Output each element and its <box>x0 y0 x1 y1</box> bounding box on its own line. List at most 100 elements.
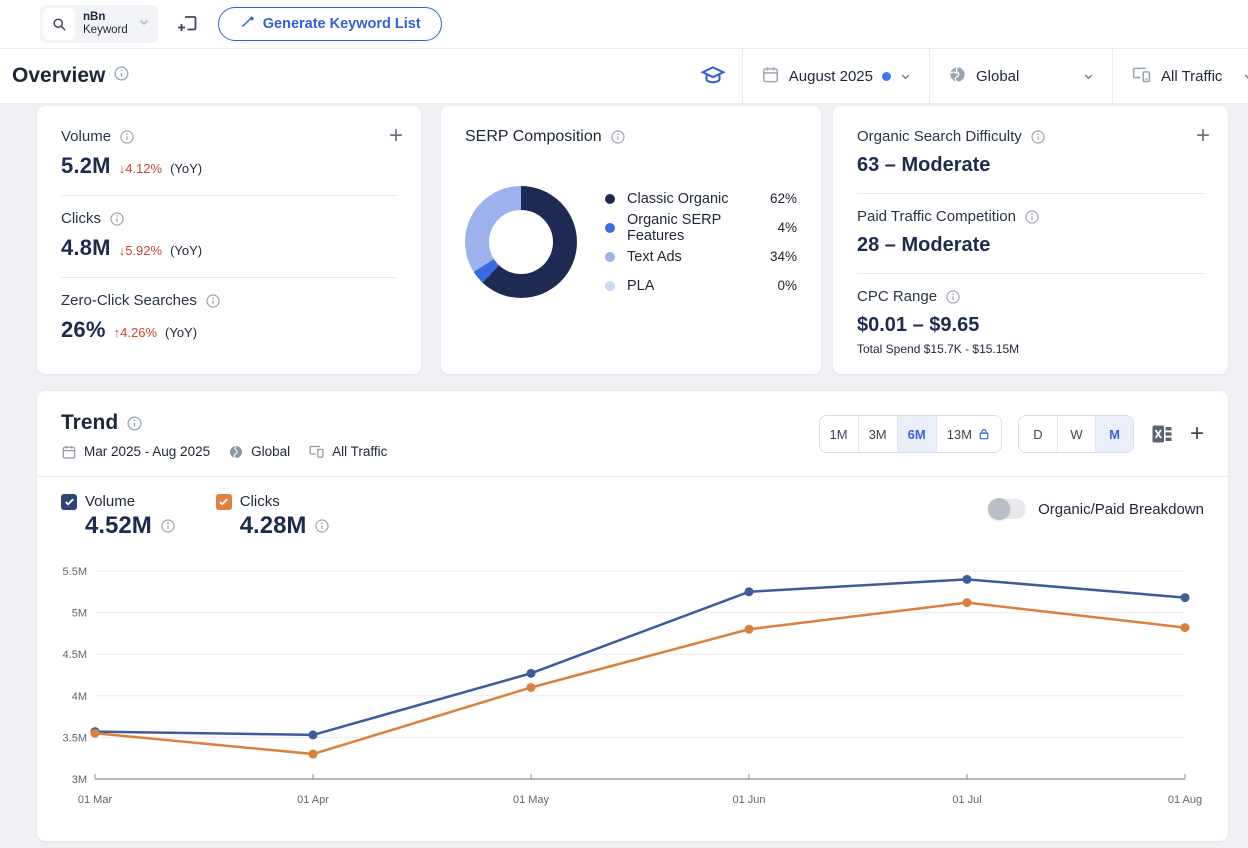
zero-click-yoy-label: (YoY) <box>165 325 197 340</box>
info-icon[interactable] <box>109 211 125 227</box>
globe-icon <box>948 65 967 88</box>
traffic-filter-value: All Traffic <box>1161 68 1222 85</box>
volume-label: Volume <box>61 128 111 145</box>
legend-item-pla[interactable]: PLA 0% <box>605 271 797 300</box>
granularity-month-button[interactable]: M <box>1095 416 1133 452</box>
add-metric-button[interactable]: + <box>389 124 403 148</box>
chevron-down-icon <box>1243 71 1248 82</box>
range-6m-button[interactable]: 6M <box>897 416 936 452</box>
divider <box>61 195 397 196</box>
legend-item-text-ads[interactable]: Text Ads 34% <box>605 242 797 271</box>
organic-difficulty-value: 63 – Moderate <box>857 154 1204 177</box>
paid-competition-value: 28 – Moderate <box>857 234 1204 257</box>
range-button-group: 1M 3M 6M 13M <box>819 415 1002 453</box>
serp-legend: Classic Organic 62% Organic SERP Feature… <box>605 184 797 300</box>
add-chart-button[interactable]: + <box>1190 422 1204 446</box>
clicks-series-block: Clicks 4.28M <box>216 493 331 540</box>
volume-metrics-card: + Volume 5.2M ↓4.12% (YoY) Clicks 4.8M <box>37 106 421 374</box>
svg-text:01 Aug: 01 Aug <box>1168 794 1202 806</box>
granularity-week-button[interactable]: W <box>1057 416 1095 452</box>
add-to-list-button[interactable] <box>176 12 200 36</box>
trend-chart-svg[interactable]: 3M3.5M4M4.5M5M5.5M01 Mar01 Apr01 May01 J… <box>61 562 1204 814</box>
add-metric-button[interactable]: + <box>1196 124 1210 148</box>
info-icon[interactable] <box>160 518 176 534</box>
svg-text:01 May: 01 May <box>513 794 550 806</box>
trend-date-range: Mar 2025 - Aug 2025 <box>84 444 210 459</box>
range-13m-button[interactable]: 13M <box>936 416 1001 452</box>
metric-cpc-range: CPC Range $0.01 – $9.65 Total Spend $15.… <box>857 288 1204 356</box>
legend-item-organic-serp-features[interactable]: Organic SERP Features 4% <box>605 213 797 242</box>
difficulty-card: + Organic Search Difficulty 63 – Moderat… <box>833 106 1228 374</box>
page-title: Overview <box>12 64 105 88</box>
legend-bullet <box>605 223 615 233</box>
toggle-knob <box>988 498 1010 520</box>
volume-series-label: Volume <box>85 493 135 510</box>
total-spend-label: Total Spend $15.7K - $15.15M <box>857 342 1204 356</box>
serp-composition-card: SERP Composition Classic Organic 62% Org… <box>441 106 821 374</box>
info-icon[interactable] <box>610 129 626 145</box>
calendar-icon <box>761 65 780 88</box>
svg-text:01 Jun: 01 Jun <box>732 794 765 806</box>
devices-icon <box>1131 64 1152 89</box>
legend-bullet <box>605 194 615 204</box>
svg-text:01 Mar: 01 Mar <box>78 794 113 806</box>
trend-card: Trend Mar 2025 - Aug 2025 Global All Tra… <box>37 391 1228 841</box>
zero-click-change: ↑4.26% <box>114 325 157 340</box>
geo-filter[interactable]: Global <box>930 49 1112 103</box>
clicks-value: 4.8M <box>61 235 111 261</box>
svg-text:3M: 3M <box>72 774 87 786</box>
range-1m-button[interactable]: 1M <box>820 416 858 452</box>
svg-text:3.5M: 3.5M <box>63 732 87 744</box>
trend-geo: Global <box>251 444 290 459</box>
svg-text:01 Apr: 01 Apr <box>297 794 329 806</box>
calendar-icon <box>61 444 77 460</box>
date-filter-value: August 2025 <box>789 68 873 85</box>
info-icon[interactable] <box>119 129 135 145</box>
metric-organic-difficulty: Organic Search Difficulty 63 – Moderate <box>857 128 1204 177</box>
info-icon[interactable] <box>1030 129 1046 145</box>
keyword-name: nBn <box>83 11 128 24</box>
topbar: nBn Keyword Generate Keyword List <box>0 0 1248 49</box>
granularity-day-button[interactable]: D <box>1019 416 1057 452</box>
generate-keyword-list-button[interactable]: Generate Keyword List <box>218 7 442 41</box>
trend-title: Trend <box>61 411 118 435</box>
devices-icon <box>308 443 325 460</box>
globe-icon <box>228 444 244 460</box>
date-filter[interactable]: August 2025 <box>743 49 929 103</box>
divider <box>61 277 397 278</box>
info-icon[interactable] <box>945 289 961 305</box>
volume-value: 5.2M <box>61 153 111 179</box>
education-cap-button[interactable] <box>684 63 742 89</box>
legend-item-classic-organic[interactable]: Classic Organic 62% <box>605 184 797 213</box>
clicks-yoy-label: (YoY) <box>170 243 202 258</box>
range-3m-button[interactable]: 3M <box>858 416 897 452</box>
organic-paid-toggle[interactable] <box>988 499 1026 519</box>
info-icon[interactable] <box>126 415 143 432</box>
clicks-series-label: Clicks <box>240 493 280 510</box>
metric-zero-click: Zero-Click Searches 26% ↑4.26% (YoY) <box>61 292 397 343</box>
info-icon[interactable] <box>314 518 330 534</box>
divider <box>857 193 1204 194</box>
svg-text:4M: 4M <box>72 691 87 703</box>
legend-bullet <box>605 252 615 262</box>
info-icon[interactable] <box>113 65 130 87</box>
divider <box>857 273 1204 274</box>
search-icon <box>43 8 75 40</box>
keyword-selector[interactable]: nBn Keyword <box>40 5 158 43</box>
paid-competition-label: Paid Traffic Competition <box>857 208 1016 225</box>
clicks-checkbox[interactable] <box>216 494 232 510</box>
export-excel-button[interactable] <box>1150 422 1174 446</box>
chevron-down-icon <box>138 15 150 33</box>
serp-donut-chart[interactable] <box>465 186 577 298</box>
metric-paid-competition: Paid Traffic Competition 28 – Moderate <box>857 208 1204 257</box>
cpc-range-label: CPC Range <box>857 288 937 305</box>
date-notification-dot <box>882 72 891 81</box>
organic-paid-toggle-label: Organic/Paid Breakdown <box>1038 501 1204 518</box>
overview-header: Overview August 2025 Global <box>0 49 1248 104</box>
volume-change: ↓4.12% <box>119 161 162 176</box>
volume-checkbox[interactable] <box>61 494 77 510</box>
trend-traffic: All Traffic <box>332 444 387 459</box>
traffic-filter[interactable]: All Traffic <box>1113 49 1243 103</box>
info-icon[interactable] <box>205 293 221 309</box>
info-icon[interactable] <box>1024 209 1040 225</box>
